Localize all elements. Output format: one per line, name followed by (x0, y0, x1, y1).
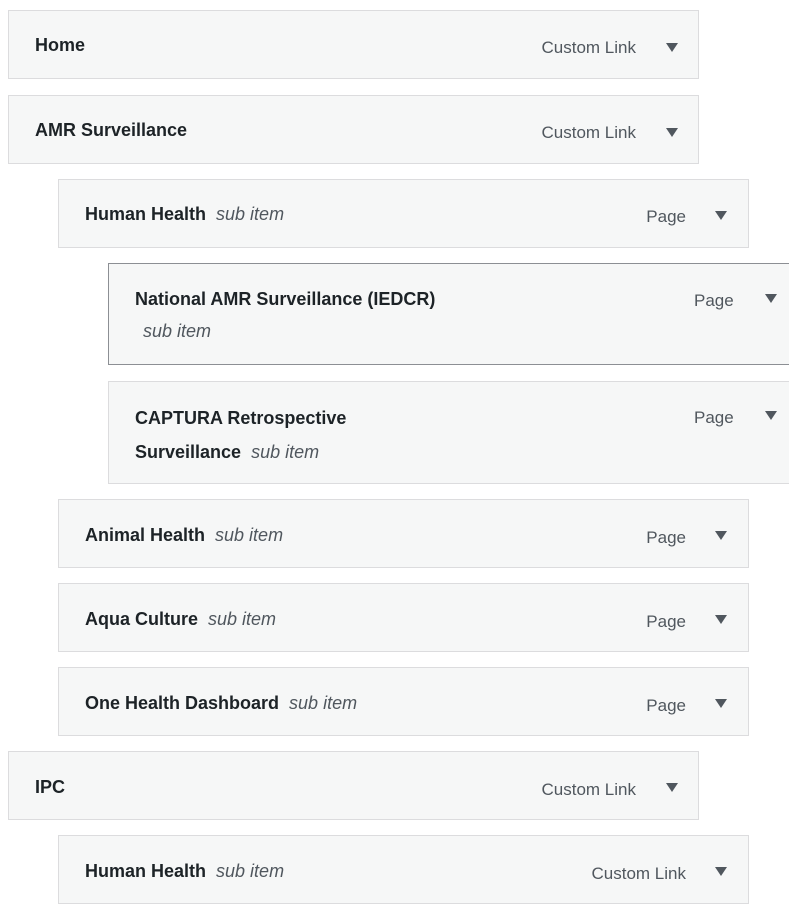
expand-toggle-icon[interactable] (765, 411, 777, 420)
menu-item-title: One Health Dashboard (85, 693, 280, 713)
menu-item-ipc[interactable]: IPC Custom Link (8, 751, 699, 820)
menu-item-type: Custom Link (591, 864, 686, 883)
menu-item-sub-label: sub item (215, 525, 284, 545)
menu-item-type: Custom Link (541, 38, 636, 57)
menu-item-sub-label: sub item (216, 861, 285, 881)
menu-item-home[interactable]: Home Custom Link (8, 10, 699, 79)
expand-toggle-icon[interactable] (666, 783, 678, 792)
expand-toggle-icon[interactable] (765, 294, 777, 303)
menu-item-type: Page (646, 207, 686, 226)
menu-item-human-health[interactable]: Human Health sub item Page (58, 179, 749, 248)
menu-item-type: Page (646, 528, 686, 547)
menu-item-type: Custom Link (541, 123, 636, 142)
menu-item-aqua-culture[interactable]: Aqua Culture sub item Page (58, 583, 749, 652)
expand-toggle-icon[interactable] (715, 615, 727, 624)
menu-item-title: AMR Surveillance (35, 120, 188, 140)
menu-item-captura-retrospective[interactable]: CAPTURA Retrospective Surveillance sub it… (108, 381, 789, 484)
menu-item-sub-label: sub item (289, 693, 358, 713)
expand-toggle-icon[interactable] (715, 699, 727, 708)
menu-item-type: Custom Link (541, 780, 636, 799)
menu-item-type: Page (646, 612, 686, 631)
menu-item-animal-health[interactable]: Animal Health sub item Page (58, 499, 749, 568)
expand-toggle-icon[interactable] (715, 531, 727, 540)
expand-toggle-icon[interactable] (715, 867, 727, 876)
menu-item-sub-label: sub item (143, 321, 212, 341)
menu-item-ipc-human-health[interactable]: Human Health sub item Custom Link (58, 835, 749, 904)
expand-toggle-icon[interactable] (715, 211, 727, 220)
menu-item-title: Aqua Culture (85, 609, 199, 629)
menu-item-sub-label: sub item (208, 609, 277, 629)
menu-item-title-line2: Surveillance (135, 442, 242, 462)
menu-item-one-health-dashboard[interactable]: One Health Dashboard sub item Page (58, 667, 749, 736)
menu-item-title: Human Health (85, 861, 207, 881)
menu-item-type: Page (694, 291, 734, 310)
menu-item-title: Home (35, 35, 86, 55)
menu-item-title: IPC (35, 777, 66, 797)
menu-item-sub-label: sub item (216, 204, 285, 224)
expand-toggle-icon[interactable] (666, 128, 678, 137)
menu-item-title: National AMR Surveillance (IEDCR) (135, 289, 436, 309)
menu-item-sub-label: sub item (251, 442, 320, 462)
menu-item-national-amr-surveillance[interactable]: National AMR Surveillance (IEDCR) sub it… (108, 263, 789, 365)
menu-item-type: Page (694, 408, 734, 427)
menu-item-title: Animal Health (85, 525, 206, 545)
menu-item-title: Human Health (85, 204, 207, 224)
menu-item-title-line1: CAPTURA Retrospective (135, 408, 347, 428)
menu-item-type: Page (646, 696, 686, 715)
menu-item-amr-surveillance[interactable]: AMR Surveillance Custom Link (8, 95, 699, 164)
expand-toggle-icon[interactable] (666, 43, 678, 52)
